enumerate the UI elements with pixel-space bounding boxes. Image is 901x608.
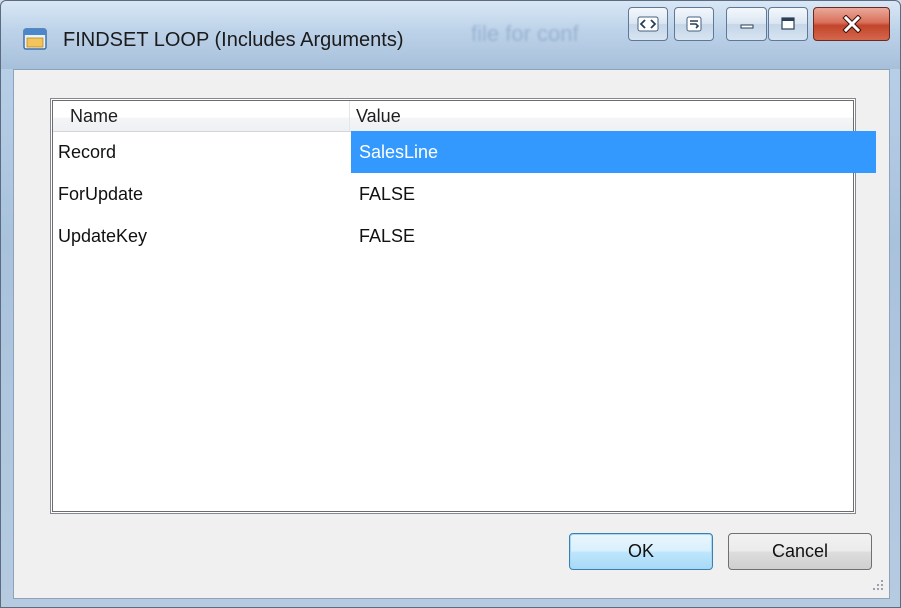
argument-name: UpdateKey — [58, 226, 148, 246]
title-bar[interactable]: FINDSET LOOP (Includes Arguments) file f… — [1, 1, 900, 69]
list-row-updatekey[interactable]: UpdateKey FALSE — [53, 215, 853, 257]
maximize-icon — [781, 17, 795, 30]
column-header-name[interactable]: Name — [53, 101, 350, 131]
ok-button[interactable]: OK — [569, 533, 713, 570]
minimize-button[interactable] — [726, 7, 767, 41]
argument-name: Record — [58, 142, 117, 162]
background-window-title: file for conf — [471, 21, 579, 46]
column-header-value[interactable]: Value — [350, 101, 860, 131]
close-icon — [841, 15, 862, 33]
restore-pane-button[interactable] — [674, 7, 714, 41]
code-toggle-icon — [637, 16, 659, 32]
dialog-client-area: Name Value Record SalesLine ForUpdate FA… — [13, 69, 890, 599]
resize-grip-icon[interactable] — [871, 578, 885, 592]
argument-name: ForUpdate — [58, 184, 144, 204]
list-row-forupdate[interactable]: ForUpdate FALSE — [53, 173, 853, 215]
dialog-window: FINDSET LOOP (Includes Arguments) file f… — [0, 0, 901, 608]
window-title: FINDSET LOOP (Includes Arguments) — [63, 29, 404, 51]
dialog-app-icon — [23, 28, 47, 50]
maximize-button[interactable] — [768, 7, 808, 41]
close-button[interactable] — [813, 7, 890, 41]
restore-icon — [686, 16, 702, 32]
list-header: Name Value — [53, 101, 853, 132]
list-border: Name Value Record SalesLine ForUpdate FA… — [52, 100, 876, 512]
cancel-button[interactable]: Cancel — [728, 533, 872, 570]
argument-value[interactable]: FALSE — [351, 173, 876, 215]
arguments-list[interactable]: Name Value Record SalesLine ForUpdate FA… — [50, 98, 876, 514]
list-row-record[interactable]: Record SalesLine — [53, 131, 876, 173]
argument-value[interactable]: FALSE — [351, 215, 876, 257]
argument-value[interactable]: SalesLine — [351, 131, 876, 173]
minimize-icon — [740, 24, 753, 29]
code-toggle-button[interactable] — [628, 7, 668, 41]
